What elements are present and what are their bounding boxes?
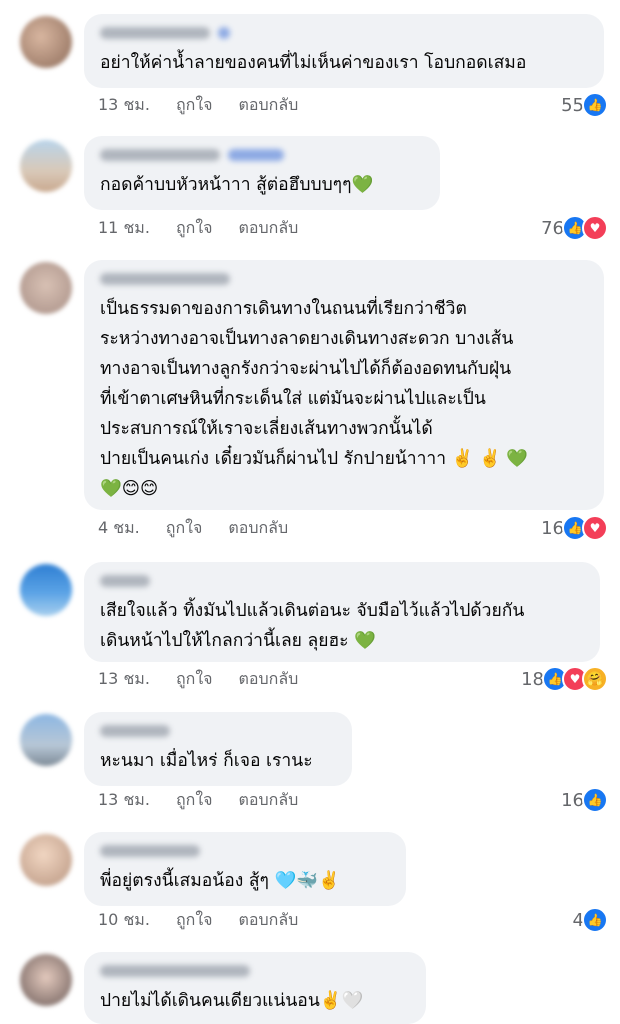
author-name[interactable] <box>100 146 424 164</box>
author-name[interactable] <box>100 572 584 590</box>
author-name[interactable] <box>100 842 390 860</box>
comment-text: หะนมา เมื่อไหร่ ก็เจอ เรานะ <box>100 751 313 771</box>
comment-text: อย่าให้ค่าน้ำลายของคนที่ไม่เห็นค่าของเรา… <box>100 53 527 73</box>
reply-link[interactable]: ตอบกลับ <box>239 216 299 241</box>
comment-bubble: ปายไม่ได้เดินคนเดียวแน่นอน✌️🤍 <box>84 952 426 1024</box>
reaction-count: 16 <box>541 517 564 539</box>
reaction-summary[interactable]: 18 👍 ♥ 🤗 <box>521 665 608 693</box>
author-name[interactable] <box>100 722 336 740</box>
thumbs-up-icon: 👍 <box>582 92 608 118</box>
heart-icon: ♥ <box>582 215 608 241</box>
author-name[interactable] <box>100 270 588 288</box>
reaction-summary[interactable]: 55 👍 <box>561 91 608 119</box>
author-name[interactable] <box>100 24 588 42</box>
like-link[interactable]: ถูกใจ <box>176 216 213 241</box>
comment-bubble: หะนมา เมื่อไหร่ ก็เจอ เรานะ <box>84 712 352 786</box>
reaction-count: 76 <box>541 217 564 239</box>
reply-link[interactable]: ตอบกลับ <box>239 788 299 813</box>
like-link[interactable]: ถูกใจ <box>176 667 213 692</box>
comment-text: เป็นธรรมดาของการเดินทางในถนนที่เรียกว่าช… <box>100 299 529 499</box>
comment-actions: 10 ชม. ถูกใจ ตอบกลับ <box>98 906 324 934</box>
avatar[interactable] <box>20 262 72 314</box>
avatar[interactable] <box>20 16 72 68</box>
reaction-count: 16 <box>561 789 584 811</box>
comment-actions: 13 ชม. ถูกใจ ตอบกลับ <box>98 91 324 119</box>
comment-bubble: เป็นธรรมดาของการเดินทางในถนนที่เรียกว่าช… <box>84 260 604 510</box>
comment-actions: 13 ชม. ถูกใจ ตอบกลับ <box>98 786 324 814</box>
timestamp: 11 ชม. <box>98 217 150 237</box>
avatar[interactable] <box>20 834 72 886</box>
reply-link[interactable]: ตอบกลับ <box>228 516 288 541</box>
timestamp: 10 ชม. <box>98 909 150 929</box>
avatar[interactable] <box>20 714 72 766</box>
comment-actions: 13 ชม. ถูกใจ ตอบกลับ <box>98 665 324 693</box>
comment-text: ปายไม่ได้เดินคนเดียวแน่นอน✌️🤍 <box>100 991 364 1011</box>
timestamp: 13 ชม. <box>98 789 150 809</box>
comment-text: เสียใจแล้ว ทิ้งมันไปแล้วเดินต่อนะ จับมือ… <box>100 601 525 651</box>
like-link[interactable]: ถูกใจ <box>176 93 213 118</box>
comment-bubble: อย่าให้ค่าน้ำลายของคนที่ไม่เห็นค่าของเรา… <box>84 14 604 88</box>
reaction-summary[interactable]: 76 👍 ♥ <box>541 214 608 242</box>
like-link[interactable]: ถูกใจ <box>166 516 203 541</box>
comment-actions: 11 ชม. ถูกใจ ตอบกลับ <box>98 214 324 242</box>
like-link[interactable]: ถูกใจ <box>176 908 213 933</box>
timestamp: 4 ชม. <box>98 517 140 537</box>
timestamp: 13 ชม. <box>98 668 150 688</box>
comment-text: พี่อยู่ตรงนี้เสมอน้อง สู้ๆ 🩵🐳✌️ <box>100 871 340 891</box>
comment-bubble: กอดค้าบบหัวหน้าาา สู้ต่อฮึบบบๆๆ💚 <box>84 136 440 210</box>
comment-text: กอดค้าบบหัวหน้าาา สู้ต่อฮึบบบๆๆ💚 <box>100 175 374 195</box>
reaction-count: 18 <box>521 668 544 690</box>
comment-bubble: พี่อยู่ตรงนี้เสมอน้อง สู้ๆ 🩵🐳✌️ <box>84 832 406 906</box>
comment-actions: 4 ชม. ถูกใจ ตอบกลับ <box>98 514 314 542</box>
reaction-summary[interactable]: 16 👍 ♥ <box>541 514 608 542</box>
thumbs-up-icon: 👍 <box>582 907 608 933</box>
avatar[interactable] <box>20 140 72 192</box>
avatar[interactable] <box>20 954 72 1006</box>
avatar[interactable] <box>20 564 72 616</box>
reply-link[interactable]: ตอบกลับ <box>239 908 299 933</box>
author-name[interactable] <box>100 962 410 980</box>
reply-link[interactable]: ตอบกลับ <box>239 93 299 118</box>
thumbs-up-icon: 👍 <box>582 787 608 813</box>
comment-bubble: เสียใจแล้ว ทิ้งมันไปแล้วเดินต่อนะ จับมือ… <box>84 562 600 662</box>
like-link[interactable]: ถูกใจ <box>176 788 213 813</box>
heart-icon: ♥ <box>582 515 608 541</box>
reaction-count: 55 <box>561 94 584 116</box>
timestamp: 13 ชม. <box>98 94 150 114</box>
reaction-summary[interactable]: 16 👍 <box>561 786 608 814</box>
care-emoji-icon: 🤗 <box>582 666 608 692</box>
reply-link[interactable]: ตอบกลับ <box>239 667 299 692</box>
reaction-summary[interactable]: 4 👍 <box>573 906 608 934</box>
